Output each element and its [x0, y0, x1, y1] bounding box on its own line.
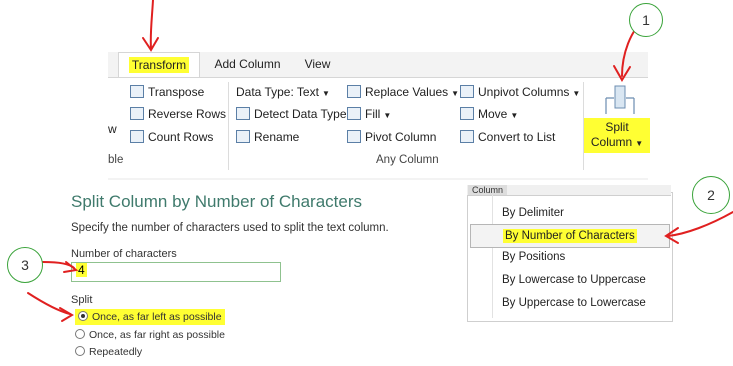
- annotation-circle-3: 3: [7, 247, 43, 283]
- annotation-arrows: [27, 0, 733, 322]
- arrow-to-transform: [149, 0, 154, 49]
- arrow-to-menu-item: [667, 211, 733, 237]
- annotation-circle-1: 1: [629, 3, 663, 37]
- annotation-circle-2: 2: [692, 176, 730, 214]
